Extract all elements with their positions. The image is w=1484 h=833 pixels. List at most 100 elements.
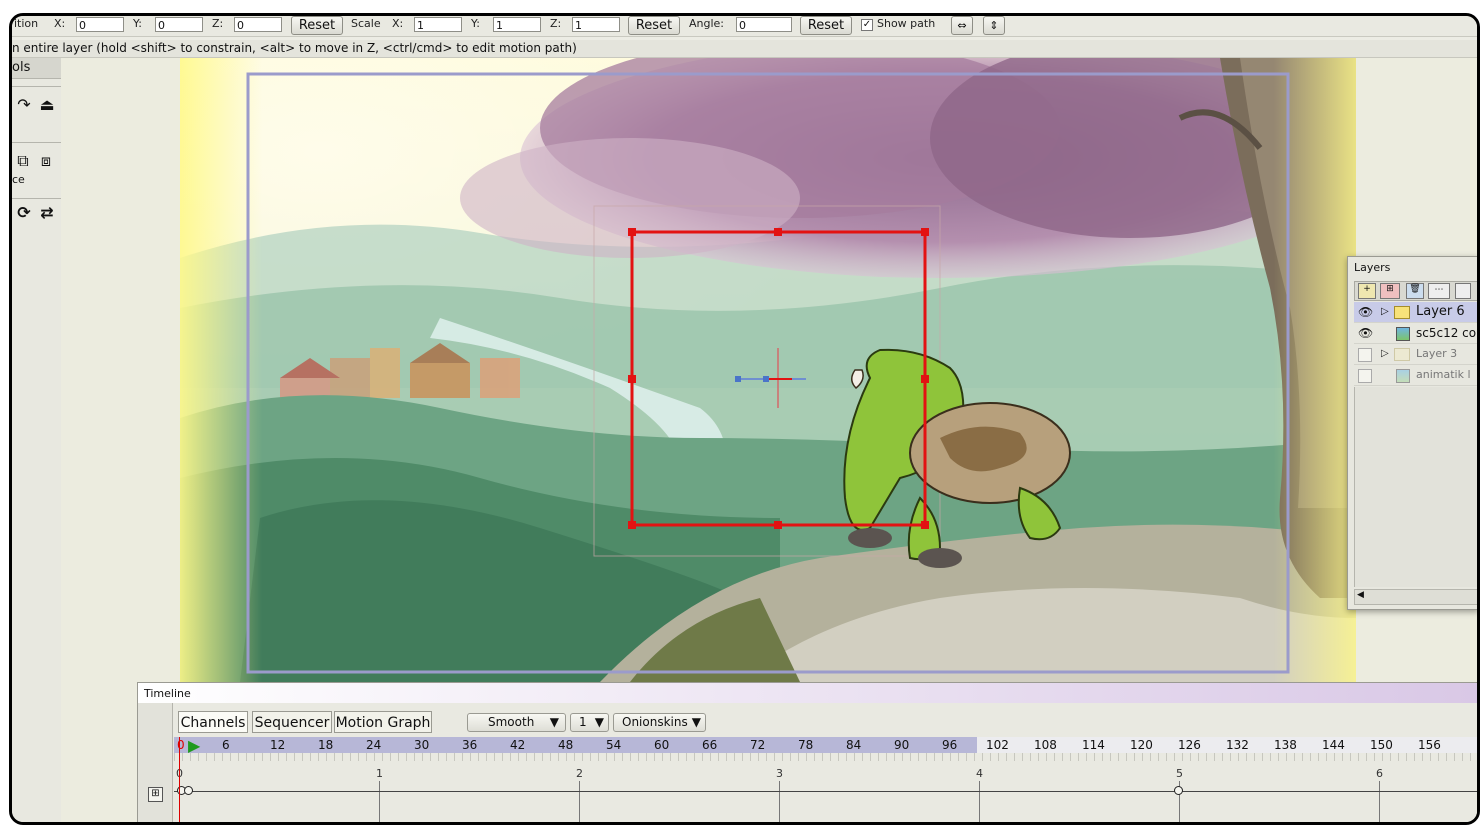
camera-pan-icon[interactable]: ⧉ — [13, 151, 33, 171]
status-hint: n entire layer (hold <shift> to constrai… — [12, 40, 1477, 58]
rotate-cw-icon[interactable]: ⟳ — [14, 203, 34, 223]
x-label: X: — [54, 17, 66, 30]
layer-row[interactable]: 👁 sc5c12 co — [1354, 323, 1477, 344]
scroll-left-icon[interactable]: ◀ — [1357, 590, 1364, 600]
tab-motion-graph[interactable]: Motion Graph — [334, 711, 432, 733]
reset-angle-button[interactable]: Reset — [800, 16, 852, 35]
step-select[interactable]: 1 ▼ — [570, 713, 609, 732]
layer-settings-icon[interactable] — [1455, 283, 1471, 299]
timeline-side: ⊞ — [138, 703, 173, 822]
camera-rotate-icon[interactable]: ⧈ — [36, 151, 56, 171]
second-tick-line — [579, 781, 580, 822]
layers-panel: Layers + ⊞ 🗑 ⋯ 👁 ▷ Layer 6 👁 sc5c12 co ▷… — [1347, 256, 1477, 610]
frame-tick-label: 90 — [894, 738, 910, 752]
more-icon[interactable]: ⋯ — [1428, 283, 1450, 299]
expand-arrow-icon[interactable]: ▷ — [1381, 344, 1389, 364]
frame-tick-label: 84 — [846, 738, 862, 752]
layer-name: animatik l — [1416, 368, 1471, 381]
second-tick-line — [979, 781, 980, 822]
app-window: ition X: 0 Y: 0 Z: 0 Reset Scale X: 1 Y:… — [9, 13, 1480, 825]
show-path-checkbox[interactable]: ✓ — [861, 19, 873, 31]
frame-tick-label: 96 — [942, 738, 958, 752]
onionskins-select[interactable]: Onionskins ▼ — [613, 713, 706, 732]
tab-sequencer[interactable]: Sequencer — [252, 711, 332, 733]
z-label: Z: — [212, 17, 224, 30]
frame-tick-label: 66 — [702, 738, 718, 752]
layers-hscrollbar[interactable]: ◀ — [1354, 589, 1477, 605]
second-tick-label: 6 — [1376, 767, 1383, 780]
frame-tick-label: 132 — [1226, 738, 1249, 752]
tool-row-3: ⟳ ⇄ — [12, 198, 61, 229]
frame-tick-label: 42 — [510, 738, 526, 752]
frame-tick-label: 6 — [222, 738, 230, 752]
new-group-icon[interactable]: ⊞ — [1380, 283, 1400, 299]
timeline-titlebar: Timeline — [138, 683, 1477, 703]
image-layer-icon — [1396, 327, 1410, 341]
playhead-line[interactable] — [179, 737, 180, 822]
frame-ruler[interactable]: 0 ▶ 6 12 18 24 30 36 42 48 54 60 66 72 78 84 90 96 102 10… — [174, 736, 1477, 755]
position-x-input[interactable]: 0 — [76, 17, 124, 32]
visibility-toggle[interactable] — [1358, 369, 1372, 383]
second-tick-label: 4 — [976, 767, 983, 780]
frame-tick-label: 114 — [1082, 738, 1105, 752]
frame-tick-label: 18 — [318, 738, 334, 752]
layers-list-empty — [1354, 387, 1477, 587]
layer-row[interactable]: ▷ Layer 3 — [1354, 344, 1477, 365]
shear-icon[interactable]: ⏏ — [37, 95, 57, 115]
trash-icon[interactable]: 🗑 — [1406, 283, 1424, 299]
scene-illustration — [180, 58, 1356, 682]
reset-position-button[interactable]: Reset — [291, 16, 343, 35]
position-y-input[interactable]: 0 — [155, 17, 203, 32]
tool-row-1: ↷ ⏏ — [12, 86, 61, 127]
show-path-label: Show path — [877, 17, 936, 30]
angle-label: Angle: — [689, 17, 725, 30]
position-label: ition — [14, 17, 39, 30]
layer-row[interactable]: animatik l — [1354, 365, 1477, 386]
chevron-down-icon: ▼ — [549, 715, 559, 729]
keyframe[interactable] — [1174, 786, 1183, 795]
new-layer-icon[interactable]: + — [1358, 283, 1376, 299]
frame-minor-ticks — [174, 753, 1477, 761]
canvas-artwork[interactable] — [180, 58, 1356, 682]
frame-tick-label: 36 — [462, 738, 478, 752]
timeline-title: Timeline — [144, 687, 191, 700]
timeline-panel: Timeline ⊞ Channels Sequencer Motion Gra… — [137, 682, 1477, 822]
scale-z-input[interactable]: 1 — [572, 17, 620, 32]
tool-row-2: ⧉ ⧈ ce — [12, 142, 61, 189]
tools-panel: ols ↷ ⏏ ⧉ ⧈ ce ⟳ ⇄ — [12, 58, 62, 822]
layers-title: Layers — [1354, 261, 1391, 274]
angle-input[interactable]: 0 — [736, 17, 792, 32]
frame-tick-label: 24 — [366, 738, 382, 752]
second-tick-label: 3 — [776, 767, 783, 780]
layer-row[interactable]: 👁 ▷ Layer 6 — [1354, 302, 1477, 323]
frame-tick-label: 144 — [1322, 738, 1345, 752]
visibility-eye-icon[interactable]: 👁 — [1358, 302, 1373, 322]
layer-name: Layer 6 — [1416, 304, 1465, 319]
reset-scale-button[interactable]: Reset — [628, 16, 680, 35]
flip-vertical-icon[interactable]: ⇕ — [983, 16, 1005, 35]
chevron-down-icon: ▼ — [691, 715, 701, 729]
interpolation-select[interactable]: Smooth ▼ — [467, 713, 566, 732]
expand-arrow-icon[interactable]: ▷ — [1381, 302, 1389, 322]
scale-y-label: Y: — [471, 17, 480, 30]
scale-label: Scale — [351, 17, 381, 30]
second-tick-line — [779, 781, 780, 822]
seconds-ruler[interactable]: 0123456 — [174, 767, 1477, 822]
visibility-eye-icon[interactable]: 👁 — [1358, 323, 1373, 343]
keyframe[interactable] — [184, 786, 193, 795]
visibility-toggle[interactable] — [1358, 348, 1372, 362]
flip-horizontal-icon[interactable]: ⇔ — [951, 16, 973, 35]
layer-name: Layer 3 — [1416, 347, 1458, 360]
scale-x-input[interactable]: 1 — [414, 17, 462, 32]
rotate-both-icon[interactable]: ⇄ — [37, 203, 57, 223]
second-tick-line — [1379, 781, 1380, 822]
transform-toolbar: ition X: 0 Y: 0 Z: 0 Reset Scale X: 1 Y:… — [12, 16, 1477, 37]
add-channel-icon[interactable]: ⊞ — [148, 787, 163, 802]
scale-y-input[interactable]: 1 — [493, 17, 541, 32]
tab-channels[interactable]: Channels — [178, 711, 248, 733]
chevron-down-icon: ▼ — [594, 715, 604, 729]
second-tick-label: 1 — [376, 767, 383, 780]
rotate-arc-icon[interactable]: ↷ — [14, 95, 34, 115]
tools-panel-title: ols — [12, 58, 61, 79]
position-z-input[interactable]: 0 — [234, 17, 282, 32]
